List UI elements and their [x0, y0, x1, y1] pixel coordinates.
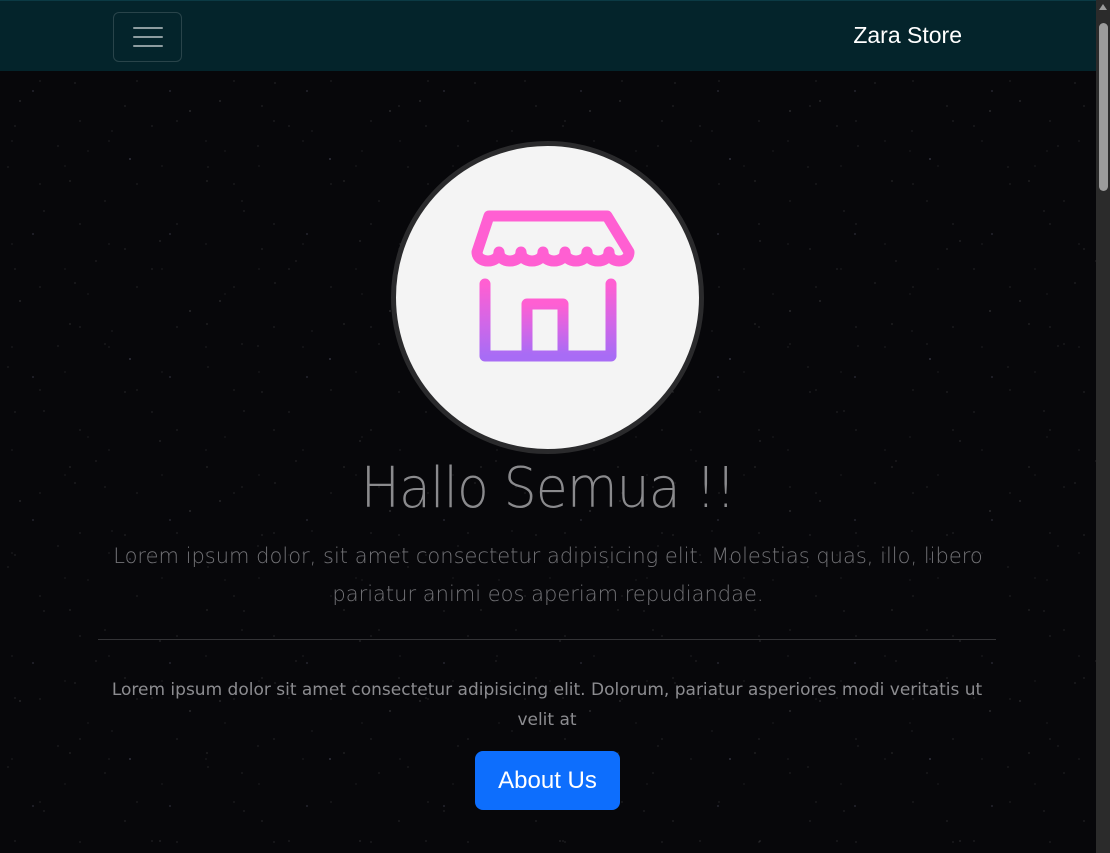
logo-circle	[391, 141, 704, 454]
divider	[98, 639, 996, 640]
navbar-toggler-button[interactable]	[113, 12, 182, 62]
scroll-up-arrow-icon[interactable]	[1099, 4, 1107, 10]
store-icon	[471, 210, 635, 362]
hero-section: Hallo Semua !! Lorem ipsum dolor, sit am…	[0, 71, 1096, 853]
scrollbar-thumb[interactable]	[1099, 23, 1108, 191]
navbar: Zara Store	[0, 0, 1096, 71]
hero-title: Hallo Semua !!	[360, 456, 736, 521]
page: Zara Store Hallo Semua !! Lorem ipsum do…	[0, 0, 1096, 853]
vertical-scrollbar[interactable]	[1096, 0, 1110, 853]
navbar-brand[interactable]: Zara Store	[853, 22, 962, 49]
hero-description: Lorem ipsum dolor sit amet consectetur a…	[111, 680, 983, 730]
hero-lead-text: Lorem ipsum dolor, sit amet consectetur …	[113, 544, 983, 606]
about-us-button[interactable]: About Us	[475, 751, 620, 810]
